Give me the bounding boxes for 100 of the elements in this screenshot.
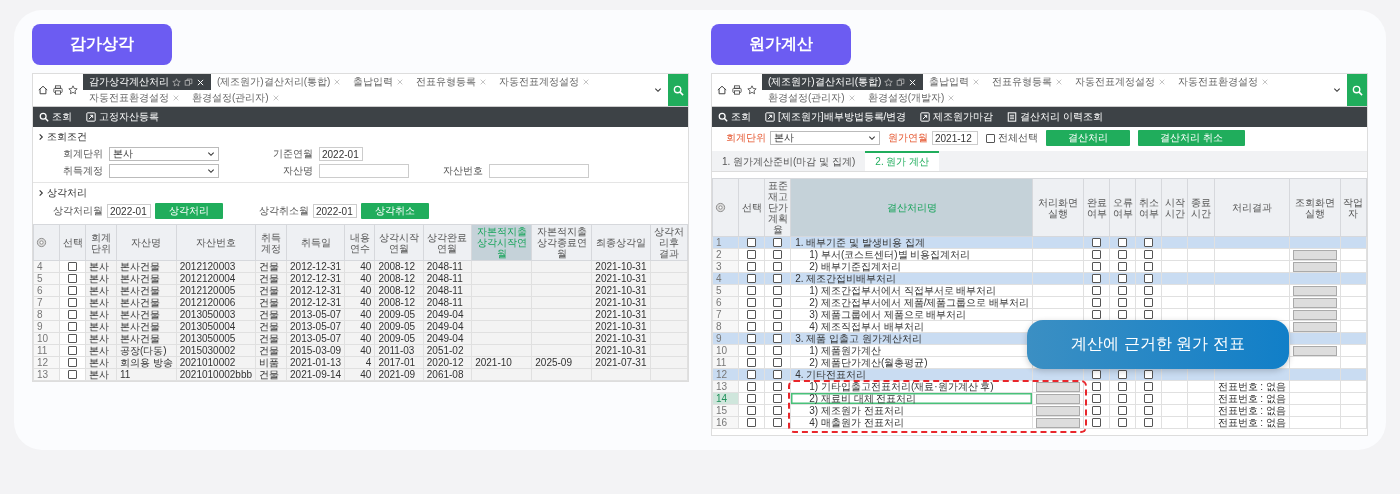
checkbox[interactable] — [986, 133, 995, 143]
checkbox[interactable] — [773, 406, 783, 415]
checkbox[interactable] — [747, 346, 756, 355]
checkbox[interactable] — [1092, 310, 1102, 319]
toolbar-button[interactable]: 고정자산등록 — [84, 109, 161, 125]
toolbar-button[interactable]: 조회 — [37, 109, 74, 125]
checkbox[interactable] — [747, 394, 756, 403]
input-field[interactable]: 2022-01 — [107, 204, 151, 218]
checkbox[interactable] — [773, 418, 783, 427]
checkbox[interactable] — [68, 310, 77, 319]
checkbox[interactable] — [68, 358, 77, 367]
checkbox[interactable] — [1144, 406, 1154, 415]
checkbox[interactable] — [68, 274, 77, 283]
checkbox[interactable] — [1092, 250, 1102, 259]
input-field[interactable]: 2022-01 — [319, 147, 363, 161]
checkbox[interactable] — [1092, 274, 1102, 283]
checkbox[interactable] — [68, 298, 77, 307]
checkbox[interactable] — [68, 370, 77, 379]
checkbox[interactable] — [1092, 406, 1102, 415]
checkbox[interactable] — [1092, 298, 1102, 307]
checkbox[interactable] — [773, 322, 783, 331]
input-field[interactable] — [319, 164, 409, 178]
checkbox[interactable] — [747, 370, 756, 379]
tab[interactable]: (제조원가)결산처리(통합) — [762, 74, 924, 90]
checkbox[interactable] — [1144, 286, 1154, 295]
checkbox[interactable] — [1092, 286, 1102, 295]
checkbox[interactable] — [747, 250, 756, 259]
input-field[interactable] — [489, 164, 589, 178]
checkbox[interactable] — [773, 358, 783, 367]
checkbox[interactable] — [773, 274, 783, 283]
checkbox[interactable] — [773, 382, 783, 391]
checkbox[interactable] — [773, 298, 783, 307]
run-button[interactable] — [1036, 381, 1081, 392]
select-field[interactable] — [109, 164, 219, 178]
checkbox[interactable] — [1118, 274, 1128, 283]
checkbox[interactable] — [747, 358, 756, 367]
checkbox[interactable] — [747, 298, 756, 307]
search-button[interactable] — [1347, 74, 1367, 106]
toolbar-button[interactable]: 제조원가마감 — [918, 109, 996, 125]
checkbox[interactable] — [747, 274, 756, 283]
checkbox[interactable] — [747, 322, 756, 331]
toolbar-button[interactable]: [제조원가]배부방법등록/변경 — [763, 109, 909, 125]
checkbox[interactable] — [1144, 382, 1154, 391]
checkbox[interactable] — [747, 286, 756, 295]
select-field[interactable]: 본사 — [770, 131, 880, 145]
toolbar-button[interactable]: 조회 — [716, 109, 753, 125]
checkbox[interactable] — [68, 286, 77, 295]
checkbox[interactable] — [68, 346, 77, 355]
checkbox[interactable] — [1118, 238, 1128, 247]
search-button[interactable] — [668, 74, 688, 106]
checkbox[interactable] — [1118, 394, 1128, 403]
checkbox[interactable] — [773, 334, 783, 343]
checkbox[interactable] — [773, 394, 783, 403]
checkbox[interactable] — [773, 370, 783, 379]
table-cell: 전표번호 : 없음 — [1214, 404, 1290, 417]
input-field[interactable]: 2022-01 — [313, 204, 357, 218]
checkbox[interactable] — [1092, 382, 1102, 391]
checkbox[interactable] — [1144, 298, 1154, 307]
checkbox[interactable] — [1092, 418, 1102, 427]
select-field[interactable]: 본사 — [109, 147, 219, 161]
checkbox[interactable] — [773, 310, 783, 319]
checkbox[interactable] — [747, 334, 756, 343]
checkbox[interactable] — [1144, 262, 1154, 271]
checkbox[interactable] — [1092, 370, 1102, 379]
checkbox[interactable] — [1118, 418, 1128, 427]
checkbox[interactable] — [747, 418, 756, 427]
checkbox[interactable] — [773, 346, 783, 355]
checkbox[interactable] — [747, 310, 756, 319]
checkbox[interactable] — [773, 238, 783, 247]
checkbox[interactable] — [1144, 250, 1154, 259]
checkbox[interactable] — [773, 250, 783, 259]
checkbox[interactable] — [1118, 310, 1128, 319]
checkbox[interactable] — [747, 238, 756, 247]
checkbox[interactable] — [747, 262, 756, 271]
toolbar-button[interactable]: 결산처리 이력조회 — [1005, 109, 1106, 125]
checkbox[interactable] — [1118, 298, 1128, 307]
checkbox[interactable] — [68, 322, 77, 331]
checkbox[interactable] — [747, 406, 756, 415]
tab[interactable]: 감가상각계산처리 — [83, 74, 211, 90]
checkbox[interactable] — [1144, 238, 1154, 247]
checkbox[interactable] — [747, 382, 756, 391]
checkbox[interactable] — [1144, 394, 1154, 403]
checkbox[interactable] — [1118, 286, 1128, 295]
checkbox[interactable] — [773, 262, 783, 271]
checkbox[interactable] — [1118, 382, 1128, 391]
checkbox[interactable] — [68, 262, 77, 271]
checkbox[interactable] — [1144, 370, 1154, 379]
checkbox[interactable] — [1092, 394, 1102, 403]
checkbox[interactable] — [1118, 250, 1128, 259]
checkbox[interactable] — [1118, 262, 1128, 271]
checkbox[interactable] — [68, 334, 77, 343]
checkbox[interactable] — [773, 286, 783, 295]
checkbox[interactable] — [1092, 262, 1102, 271]
checkbox[interactable] — [1144, 310, 1154, 319]
checkbox[interactable] — [1118, 406, 1128, 415]
checkbox[interactable] — [1144, 274, 1154, 283]
checkbox[interactable] — [1092, 238, 1102, 247]
checkbox[interactable] — [1144, 418, 1154, 427]
input-field[interactable]: 2021-12 — [932, 131, 978, 145]
checkbox[interactable] — [1118, 370, 1128, 379]
